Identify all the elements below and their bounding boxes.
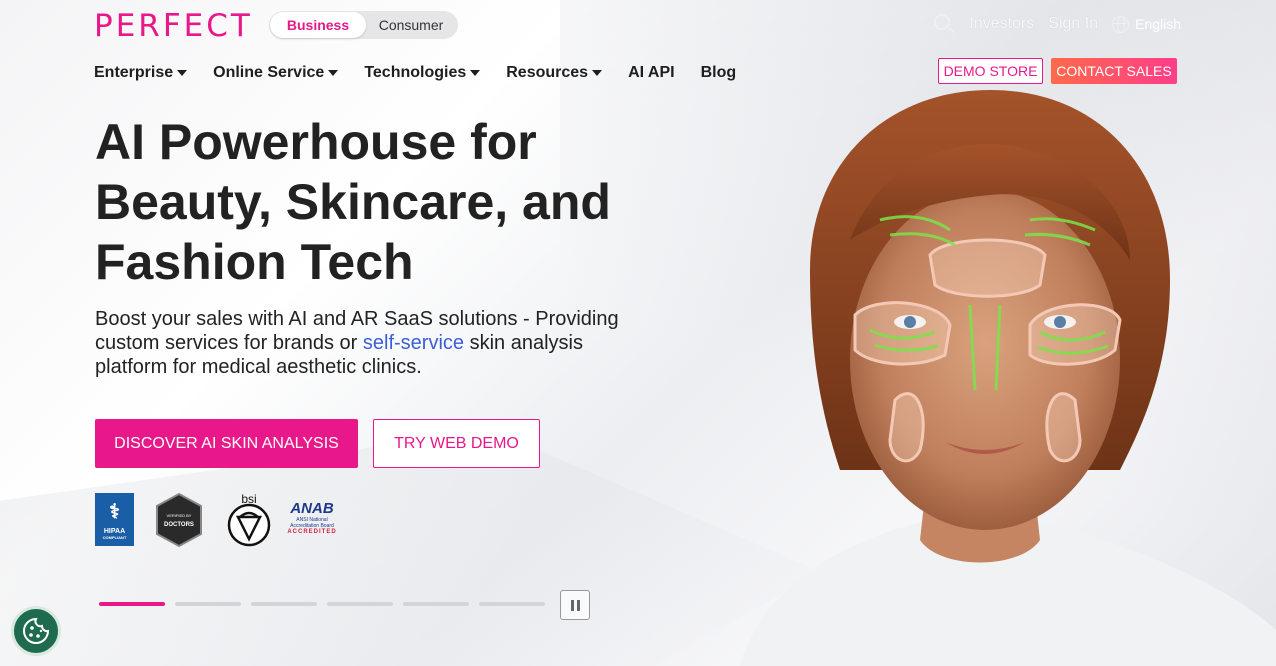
nav-item-label: Blog xyxy=(700,64,737,81)
nav-item-enterprise[interactable]: Enterprise xyxy=(94,64,188,82)
pause-icon xyxy=(576,599,580,611)
top-utility-bar: Investors Sign In English xyxy=(933,13,1181,35)
chevron-down-icon xyxy=(470,70,481,76)
chevron-down-icon xyxy=(177,70,188,76)
bsi-kitemark-badge: bsi xyxy=(227,492,271,547)
anab-accredited-badge: ANAB ANSI National Accreditation Board A… xyxy=(283,494,341,548)
headline-line: AI Powerhouse for xyxy=(95,114,537,170)
nav-item-label: Resources xyxy=(506,64,589,81)
discover-ai-skin-analysis-button[interactable]: DISCOVER AI SKIN ANALYSIS xyxy=(95,419,358,468)
main-nav: Enterprise Online Service Technologies R… xyxy=(94,64,736,82)
slider-dot[interactable] xyxy=(251,602,317,606)
slider-dot[interactable] xyxy=(327,602,393,606)
pause-icon xyxy=(570,599,574,611)
nav-item-technologies[interactable]: Technologies xyxy=(364,64,481,82)
business-toggle-button[interactable]: Business xyxy=(270,12,366,38)
anab-accredited-label: ACCREDITED xyxy=(287,529,337,535)
contact-sales-button[interactable]: CONTACT SALES xyxy=(1051,58,1177,84)
try-web-demo-button[interactable]: TRY WEB DEMO xyxy=(373,419,540,468)
nav-item-label: AI API xyxy=(628,64,675,81)
hipaa-sub-label: COMPLIANT xyxy=(102,535,127,540)
nav-item-label: Enterprise xyxy=(94,64,174,81)
audience-toggle: Business Consumer xyxy=(269,11,458,39)
self-service-link[interactable]: self-service xyxy=(363,332,464,354)
language-selector[interactable]: English xyxy=(1112,15,1181,33)
anab-label: ANAB xyxy=(290,500,334,517)
hero-subtext: Boost your sales with AI and AR SaaS sol… xyxy=(95,307,635,379)
language-label: English xyxy=(1135,16,1181,32)
chevron-down-icon xyxy=(592,70,603,76)
slider-dot[interactable] xyxy=(479,602,545,606)
globe-icon xyxy=(1112,15,1130,33)
chevron-down-icon xyxy=(328,70,339,76)
nav-item-resources[interactable]: Resources xyxy=(506,64,603,82)
sign-in-link[interactable]: Sign In xyxy=(1048,15,1098,33)
hipaa-badge: ⚕ HIPAA COMPLIANT xyxy=(95,493,134,546)
anab-sub-label: ANSI National Accreditation Board xyxy=(290,517,334,529)
slider-indicators xyxy=(99,602,545,606)
cookie-icon xyxy=(23,617,50,644)
slider-dot[interactable] xyxy=(175,602,241,606)
brand-logo[interactable]: PERFECT xyxy=(94,8,253,44)
consumer-toggle-button[interactable]: Consumer xyxy=(366,12,456,38)
slider-dot[interactable] xyxy=(403,602,469,606)
doctors-label: DOCTORS xyxy=(164,522,194,528)
headline-line: Fashion Tech xyxy=(95,234,414,290)
nav-item-blog[interactable]: Blog xyxy=(701,64,737,82)
hipaa-label: HIPAA xyxy=(103,528,126,535)
investors-link[interactable]: Investors xyxy=(969,15,1034,33)
hero-portrait-image xyxy=(740,90,1276,666)
demo-store-button[interactable]: DEMO STORE xyxy=(938,58,1043,84)
hero-headline: AI Powerhouse for Beauty, Skincare, and … xyxy=(95,112,655,292)
search-icon[interactable] xyxy=(933,13,956,35)
doctors-top-label: VERIFIED BY xyxy=(167,513,192,518)
slider-dot[interactable] xyxy=(99,602,165,606)
nav-item-ai-api[interactable]: AI API xyxy=(628,64,675,82)
cookie-settings-button[interactable] xyxy=(11,606,61,656)
nav-item-online-service[interactable]: Online Service xyxy=(213,64,339,82)
nav-item-label: Online Service xyxy=(213,64,325,81)
caduceus-icon: ⚕ xyxy=(109,501,120,523)
nav-item-label: Technologies xyxy=(364,64,467,81)
pause-button[interactable] xyxy=(560,590,590,620)
headline-line: Beauty, Skincare, and xyxy=(95,174,611,230)
verified-by-doctors-badge: VERIFIED BY DOCTORS xyxy=(156,492,202,548)
